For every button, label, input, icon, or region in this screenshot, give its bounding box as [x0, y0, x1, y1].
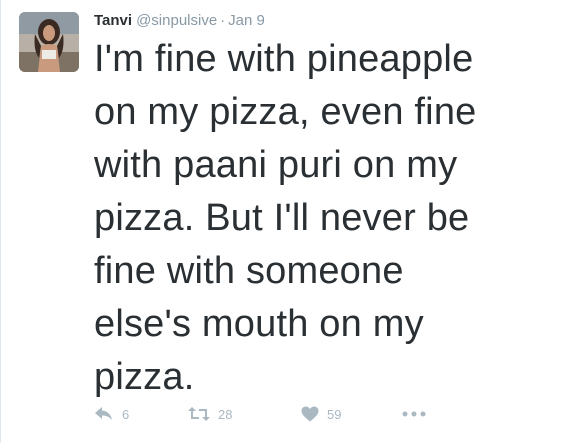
- retweet-count: 28: [218, 406, 233, 422]
- heart-icon: [301, 406, 319, 422]
- tweet-text-line: fine with someone: [94, 250, 404, 292]
- retweet-button[interactable]: 28: [188, 403, 232, 425]
- reply-count: 6: [122, 406, 130, 422]
- tweet-text-line: I'm fine with pineapple: [94, 38, 474, 80]
- separator-dot: ·: [220, 12, 226, 29]
- display-name[interactable]: Tanvi: [94, 12, 132, 29]
- user-handle[interactable]: @sinpulsive: [136, 12, 217, 29]
- retweet-icon: [188, 407, 210, 421]
- avatar-photo: [19, 12, 79, 72]
- tweet-text-line: else's mouth on my: [94, 303, 424, 345]
- reply-button[interactable]: 6: [94, 403, 129, 425]
- tweet-text-line: pizza.: [94, 356, 195, 398]
- tweet-text-line: pizza. But I'll never be: [94, 197, 470, 239]
- tweet-text-line: with paani puri on my: [94, 144, 458, 186]
- timestamp[interactable]: Jan 9: [228, 12, 265, 29]
- like-button[interactable]: 59: [301, 403, 341, 425]
- tweet-actions: 6 28 59: [94, 403, 534, 425]
- reply-icon: [95, 407, 112, 420]
- like-count: 59: [327, 406, 342, 422]
- avatar[interactable]: [19, 12, 79, 72]
- more-button[interactable]: [402, 403, 426, 425]
- tweet-text-line: on my pizza, even fine: [94, 91, 477, 133]
- tweet-header: Tanvi @sinpulsive · Jan 9: [94, 11, 265, 31]
- tweet-card: Tanvi @sinpulsive · Jan 9 I'm fine with pin…: [0, 0, 576, 443]
- tweet-text: I'm fine with pineapple on my pizza, eve…: [94, 33, 564, 404]
- more-icon: [402, 411, 426, 417]
